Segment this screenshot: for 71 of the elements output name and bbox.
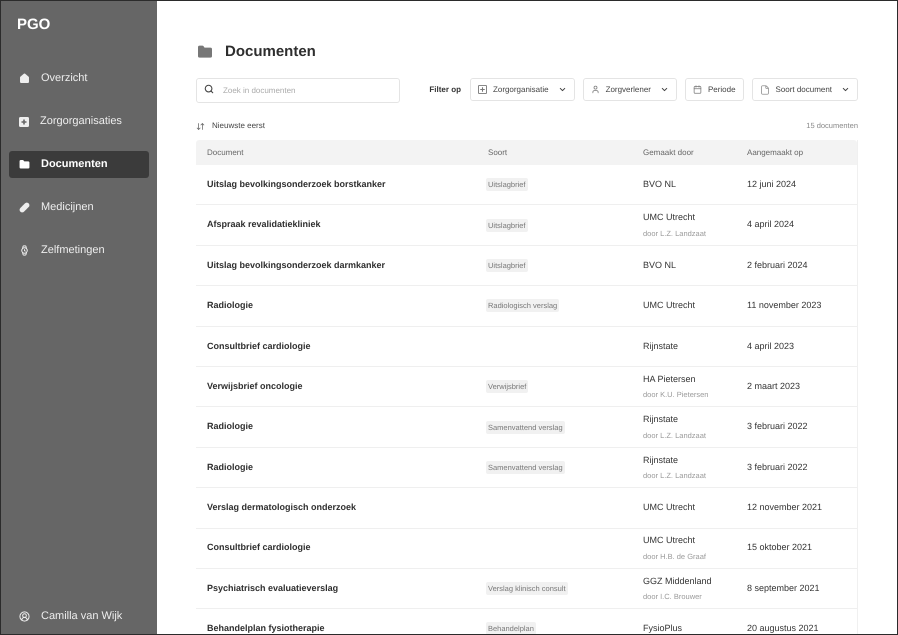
maker-name: UMC Utrecht	[643, 501, 696, 514]
plus-square-icon	[478, 85, 487, 94]
document-name[interactable]: Verslag dermatologisch onderzoek	[196, 501, 488, 515]
document-name[interactable]: Psychiatrisch evaluatieverslag	[196, 582, 488, 596]
maker-name: Rijnstate	[643, 454, 680, 467]
app-logo: PGO	[16, 16, 52, 34]
sort-button[interactable]: Nieuwste eerst	[196, 120, 265, 132]
document-name[interactable]: Uitslag bevolkingsonderzoek darmkanker	[196, 258, 488, 272]
filter-button[interactable]: Zorgverlener	[582, 78, 677, 101]
maker-name: UMC Utrecht	[643, 211, 696, 224]
sidebar-item[interactable]: Zelfmetingen	[9, 237, 149, 264]
document-name[interactable]: Radiologie	[196, 299, 488, 313]
maker-name: BVO NL	[643, 178, 678, 191]
maker-name: GGZ Middenland	[643, 574, 713, 588]
column-header: Document	[206, 146, 244, 158]
chevron-down-icon	[660, 85, 669, 94]
maker-name: UMC Utrecht	[643, 299, 696, 312]
maker-name: HA Pietersen	[643, 372, 697, 386]
document-name[interactable]: Consultbrief cardiologie	[196, 340, 488, 353]
maker-name: BVO NL	[643, 258, 678, 272]
chevron-down-icon	[841, 85, 850, 94]
user-avatar-icon	[19, 611, 30, 622]
sidebar-item[interactable]: Zorgorganisaties	[9, 108, 149, 135]
user-name[interactable]: Camilla van Wijk	[41, 608, 122, 625]
chevron-down-icon	[558, 85, 567, 94]
person-icon	[590, 85, 600, 94]
date-text: 8 september 2021	[747, 582, 821, 595]
date-text: 3 februari 2022	[747, 420, 809, 434]
filter-button[interactable]: Periode	[684, 78, 744, 101]
date-text: 15 oktober 2021	[747, 541, 814, 554]
maker-name: FysioPlus	[643, 622, 684, 634]
maker-name: Rijnstate	[643, 340, 680, 353]
document-name[interactable]: Consultbrief cardiologie	[196, 541, 488, 555]
document-name[interactable]: Radiologie	[196, 460, 488, 474]
date-text: 4 april 2023	[747, 340, 796, 353]
date-text: 4 april 2024	[747, 218, 796, 232]
filter-button[interactable]: Zorgorganisatie	[470, 78, 575, 101]
sidebar-item[interactable]: Overzicht	[9, 65, 149, 92]
date-text: 2 maart 2023	[747, 380, 802, 393]
calendar-icon	[692, 85, 702, 94]
column-header: Gemaakt door	[643, 146, 695, 158]
document-name[interactable]: Afspraak revalidatiekliniek	[196, 218, 488, 232]
date-text: 3 februari 2022	[747, 460, 809, 474]
column-header: Soort	[488, 146, 508, 158]
sort-icon	[196, 122, 205, 130]
date-text: 11 november 2023	[747, 299, 822, 312]
maker-name: UMC Utrecht	[643, 534, 696, 548]
folder-icon	[196, 44, 214, 60]
filter-button[interactable]: Soort document	[752, 78, 858, 101]
date-text: 12 november 2021	[747, 501, 824, 514]
search-field[interactable]: Zoek in documenten	[196, 78, 400, 103]
date-text: 20 augustus 2021	[747, 622, 820, 634]
date-text: 12 juni 2024	[747, 178, 798, 191]
sidebar-item[interactable]: Documenten	[9, 151, 149, 178]
file-icon	[760, 84, 770, 94]
watch-icon	[19, 245, 30, 256]
document-name[interactable]: Behandelplan fysiotherapie	[196, 622, 488, 634]
maker-name: Rijnstate	[643, 413, 680, 426]
filter-label: Filter op	[429, 84, 461, 96]
column-header: Aangemaakt op	[747, 146, 804, 158]
search-icon	[204, 84, 214, 94]
date-text: 2 februari 2024	[747, 258, 809, 272]
folder-icon	[19, 159, 30, 170]
medical-plus-icon	[19, 116, 29, 126]
page-title: Documenten	[225, 42, 316, 62]
sidebar-item[interactable]: Medicijnen	[9, 194, 149, 221]
document-name[interactable]: Radiologie	[196, 420, 488, 434]
pill-icon	[19, 202, 30, 213]
home-icon	[19, 73, 30, 84]
document-name[interactable]: Verwijsbrief oncologie	[196, 380, 488, 394]
document-name[interactable]: Uitslag bevolkingsonderzoek borstkanker	[196, 178, 488, 192]
